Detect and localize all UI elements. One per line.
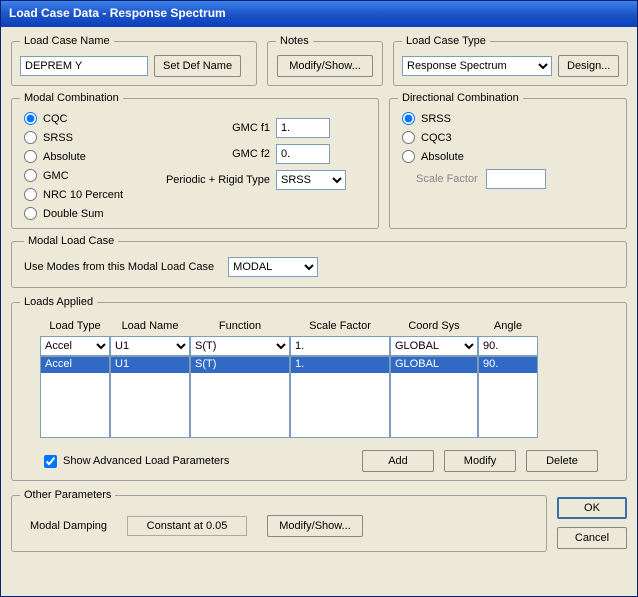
loads-header-coord: Coord Sys — [390, 320, 478, 336]
delete-button[interactable]: Delete — [526, 450, 598, 472]
radio-cqc[interactable]: CQC — [24, 112, 150, 125]
window-titlebar: Load Case Data - Response Spectrum — [1, 1, 637, 27]
other-parameters-group: Other Parameters Modal Damping Constant … — [11, 489, 547, 552]
loads-header-function: Function — [190, 320, 290, 336]
radio-dc-srss[interactable]: SRSS — [402, 112, 618, 125]
set-def-name-button[interactable]: Set Def Name — [154, 55, 241, 77]
loads-applied-legend: Loads Applied — [20, 296, 97, 308]
load-coord-list[interactable]: GLOBAL — [390, 356, 478, 438]
load-type-select[interactable]: Accel — [40, 336, 110, 356]
show-advanced-checkbox[interactable]: Show Advanced Load Parameters — [40, 455, 229, 468]
gmc-f2-input[interactable] — [276, 144, 330, 164]
load-case-name-legend: Load Case Name — [20, 35, 114, 47]
periodic-rigid-select[interactable]: SRSS — [276, 170, 346, 190]
modal-load-case-select[interactable]: MODAL — [228, 257, 318, 277]
gmc-f1-label: GMC f1 — [150, 122, 270, 134]
scale-factor-input — [486, 169, 546, 189]
radio-doublesum[interactable]: Double Sum — [24, 207, 150, 220]
load-function-select[interactable]: S(T) — [190, 336, 290, 356]
modal-load-case-label: Use Modes from this Modal Load Case — [24, 261, 214, 273]
other-parameters-legend: Other Parameters — [20, 489, 115, 501]
load-name-list[interactable]: U1 — [110, 356, 190, 438]
load-scale-input[interactable] — [290, 336, 390, 356]
load-angle-input[interactable] — [478, 336, 538, 356]
modify-button[interactable]: Modify — [444, 450, 516, 472]
load-function-list[interactable]: S(T) — [190, 356, 290, 438]
modal-combination-legend: Modal Combination — [20, 92, 123, 104]
modal-damping-value: Constant at 0.05 — [127, 516, 247, 536]
radio-gmc[interactable]: GMC — [24, 169, 150, 182]
load-case-type-select[interactable]: Response Spectrum — [402, 56, 552, 76]
radio-dc-absolute[interactable]: Absolute — [402, 150, 618, 163]
load-name-select[interactable]: U1 — [110, 336, 190, 356]
notes-legend: Notes — [276, 35, 313, 47]
radio-dc-cqc3[interactable]: CQC3 — [402, 131, 618, 144]
load-case-type-legend: Load Case Type — [402, 35, 490, 47]
radio-nrc[interactable]: NRC 10 Percent — [24, 188, 150, 201]
modal-combination-group: Modal Combination CQC SRSS Absolute GMC … — [11, 92, 379, 229]
periodic-rigid-label: Periodic + Rigid Type — [150, 174, 270, 186]
load-case-name-group: Load Case Name Set Def Name — [11, 35, 257, 86]
loads-header-type: Load Type — [40, 320, 110, 336]
load-angle-list[interactable]: 90. — [478, 356, 538, 438]
loads-applied-group: Loads Applied Load Type Accel Accel Load… — [11, 296, 627, 481]
notes-modify-button[interactable]: Modify/Show... — [277, 55, 373, 77]
modal-damping-label: Modal Damping — [30, 520, 107, 532]
loads-header-name: Load Name — [110, 320, 190, 336]
modal-load-case-group: Modal Load Case Use Modes from this Moda… — [11, 235, 627, 288]
ok-button[interactable]: OK — [557, 497, 627, 519]
loads-header-angle: Angle — [478, 320, 538, 336]
add-button[interactable]: Add — [362, 450, 434, 472]
directional-combination-legend: Directional Combination — [398, 92, 523, 104]
radio-absolute[interactable]: Absolute — [24, 150, 150, 163]
directional-combination-group: Directional Combination SRSS CQC3 Absolu… — [389, 92, 627, 229]
load-coord-select[interactable]: GLOBAL — [390, 336, 478, 356]
notes-group: Notes Modify/Show... — [267, 35, 383, 86]
gmc-f1-input[interactable] — [276, 118, 330, 138]
scale-factor-label: Scale Factor — [416, 173, 478, 185]
load-case-name-input[interactable] — [20, 56, 148, 76]
cancel-button[interactable]: Cancel — [557, 527, 627, 549]
load-type-list[interactable]: Accel — [40, 356, 110, 438]
damping-modify-button[interactable]: Modify/Show... — [267, 515, 363, 537]
gmc-f2-label: GMC f2 — [150, 148, 270, 160]
loads-header-scale: Scale Factor — [290, 320, 390, 336]
modal-load-case-legend: Modal Load Case — [24, 235, 118, 247]
load-case-type-group: Load Case Type Response Spectrum Design.… — [393, 35, 628, 86]
load-scale-list[interactable]: 1. — [290, 356, 390, 438]
design-button[interactable]: Design... — [558, 55, 619, 77]
radio-srss[interactable]: SRSS — [24, 131, 150, 144]
